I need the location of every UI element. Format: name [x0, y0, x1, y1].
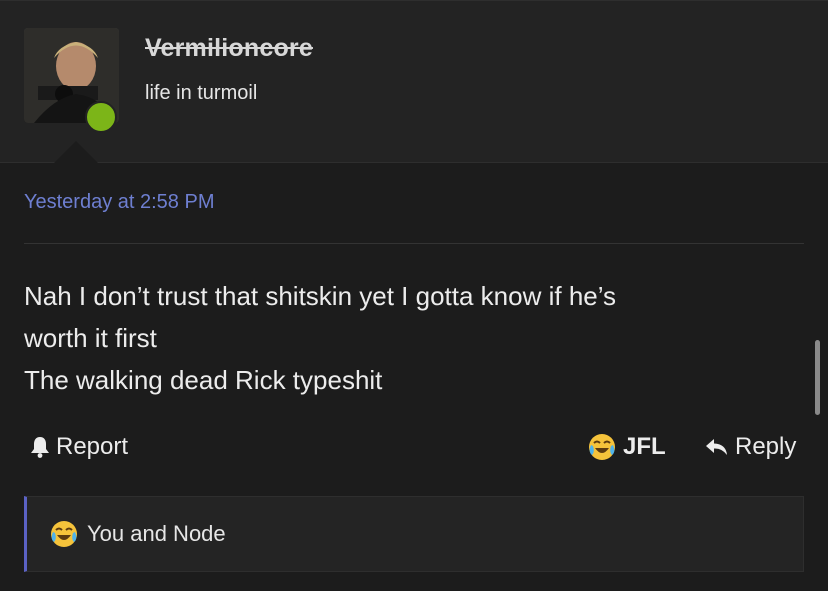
report-button[interactable]: Report	[30, 431, 128, 463]
post-message: Nah I don’t trust that shitskin yet I go…	[24, 275, 784, 401]
reactions-summary-text: You and Node	[87, 521, 226, 546]
online-status-indicator	[85, 101, 117, 133]
post-header: Vermilioncore life in turmoil	[0, 0, 828, 165]
message-line: Nah I don’t trust that shitskin yet I go…	[24, 281, 617, 311]
crying-laughing-emoji-icon	[51, 521, 77, 547]
message-line: worth it first	[24, 323, 157, 353]
message-line: The walking dead Rick typeshit	[24, 365, 383, 395]
reaction-label: JFL	[623, 433, 666, 460]
reply-arrow-icon	[706, 439, 727, 455]
bell-icon	[31, 437, 49, 458]
report-label: Report	[56, 433, 129, 460]
divider	[24, 243, 804, 244]
crying-laughing-emoji-icon	[589, 434, 615, 460]
reply-button[interactable]: Reply	[705, 431, 796, 463]
user-title: life in turmoil	[145, 82, 258, 104]
scrollbar-thumb[interactable]	[815, 340, 820, 415]
reaction-button[interactable]: JFL	[587, 431, 666, 463]
reply-label: Reply	[735, 433, 797, 460]
username[interactable]: Vermilioncore	[145, 34, 313, 63]
post-date-link[interactable]: Yesterday at 2:58 PM	[24, 191, 215, 214]
header-pointer	[52, 141, 100, 165]
reactions-summary[interactable]: You and Node	[24, 496, 804, 572]
